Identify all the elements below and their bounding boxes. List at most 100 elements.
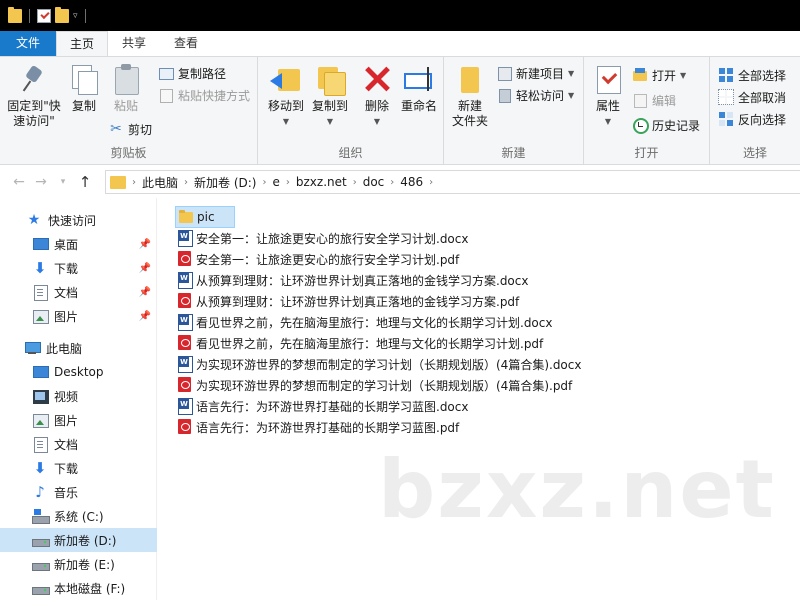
breadcrumb-this-pc[interactable]: 此电脑: [136, 174, 184, 191]
clipboard-icon: [110, 63, 142, 95]
easy-access-button[interactable]: 轻松访问 ▼: [496, 85, 574, 105]
list-item[interactable]: 从预算到理财：让环游世界计划真正落地的金钱学习方案.pdf: [175, 290, 523, 312]
open-button[interactable]: 打开 ▼: [632, 65, 686, 85]
back-arrow-icon[interactable]: ←: [8, 174, 30, 190]
select-all-button[interactable]: 全部选择: [718, 65, 786, 85]
edit-button[interactable]: 编辑: [632, 90, 676, 110]
nav-drive-f[interactable]: 本地磁盘 (F:): [0, 576, 157, 600]
list-item[interactable]: 语言先行：为环游世界打基础的长期学习蓝图.pdf: [175, 416, 463, 438]
nav-music[interactable]: ♪ 音乐: [0, 480, 157, 504]
folder-icon: [110, 175, 126, 189]
nav-this-pc[interactable]: 此电脑: [0, 336, 157, 360]
navigation-bar: ← → ▾ ↑ › 此电脑 › 新加卷 (D:) › e › bzxz.net …: [0, 166, 800, 198]
pin-quick-access-button[interactable]: 固定到"快 速访问": [4, 63, 64, 129]
delete-icon: [361, 63, 393, 95]
copy-path-icon: [158, 65, 174, 81]
breadcrumb-bzxz[interactable]: bzxz.net: [290, 175, 353, 189]
paste-button[interactable]: 粘贴: [106, 63, 146, 114]
new-item-button[interactable]: 新建项目 ▼: [496, 63, 574, 83]
chevron-down-icon: ▼: [373, 117, 381, 126]
breadcrumb-drive-d[interactable]: 新加卷 (D:): [188, 174, 262, 191]
word-document-icon: [178, 398, 193, 415]
properties-icon: [592, 63, 624, 95]
cut-button[interactable]: ✂ 剪切: [108, 119, 152, 139]
video-icon: [32, 388, 49, 404]
history-icon: [632, 117, 649, 134]
select-none-button[interactable]: 全部取消: [718, 87, 786, 107]
copy-path-button[interactable]: 复制路径: [158, 63, 226, 83]
list-item[interactable]: 安全第一：让旅途更安心的旅行安全学习计划.pdf: [175, 248, 463, 270]
nav-drive-e[interactable]: 新加卷 (E:): [0, 552, 157, 576]
word-document-icon: [178, 272, 193, 289]
list-item[interactable]: 从预算到理财：让环游世界计划真正落地的金钱学习方案.docx: [175, 269, 532, 291]
pin-icon[interactable]: 📌: [139, 287, 151, 298]
watermark: bzxz.net: [378, 443, 776, 536]
chevron-down-icon: ▼: [568, 90, 575, 100]
move-to-button[interactable]: 移动到 ▼: [264, 63, 308, 129]
pdf-icon: [178, 293, 192, 309]
properties-button[interactable]: 属性 ▼: [590, 63, 626, 129]
pin-icon[interactable]: 📌: [139, 239, 151, 250]
computer-icon: [24, 340, 41, 356]
navigation-pane: ★ 快速访问 桌面 📌 ⬇ 下载 📌 文档 📌 图片 📌 此电脑 Desktop…: [0, 198, 157, 600]
list-item[interactable]: 安全第一：让旅途更安心的旅行安全学习计划.docx: [175, 227, 472, 249]
copy-to-button[interactable]: 复制到 ▼: [308, 63, 352, 129]
nav-pc-downloads[interactable]: ⬇ 下载: [0, 456, 157, 480]
chevron-down-icon[interactable]: ▿: [73, 11, 78, 21]
organize-group: 移动到 ▼ 复制到 ▼ 删除 ▼ 重命名 组织: [258, 57, 444, 165]
nav-downloads[interactable]: ⬇ 下载 📌: [0, 256, 157, 280]
download-icon: ⬇: [33, 259, 47, 277]
new-folder-icon[interactable]: [55, 6, 69, 23]
tab-file[interactable]: 文件: [0, 31, 56, 56]
paste-shortcut-button[interactable]: 粘贴快捷方式: [158, 85, 250, 105]
pin-icon[interactable]: 📌: [139, 311, 151, 322]
breadcrumb-486[interactable]: 486: [394, 175, 429, 189]
properties-icon[interactable]: [37, 8, 51, 23]
forward-arrow-icon[interactable]: →: [30, 174, 52, 190]
nav-pc-documents[interactable]: 文档: [0, 432, 157, 456]
move-to-icon: [270, 63, 302, 95]
tab-home[interactable]: 主页: [56, 31, 108, 56]
document-icon: [32, 284, 48, 301]
easy-access-icon: [496, 87, 512, 103]
chevron-right-icon[interactable]: ›: [429, 177, 433, 188]
nav-desktop[interactable]: 桌面 📌: [0, 232, 157, 256]
nav-pc-pictures[interactable]: 图片: [0, 408, 157, 432]
nav-pictures[interactable]: 图片 📌: [0, 304, 157, 328]
scissors-icon: ✂: [110, 121, 122, 137]
delete-button[interactable]: 删除 ▼: [360, 63, 394, 129]
recent-locations-chevron-icon[interactable]: ▾: [52, 177, 74, 187]
rename-button[interactable]: 重命名: [398, 63, 440, 114]
open-icon: [632, 67, 648, 83]
list-item[interactable]: 看见世界之前，先在脑海里旅行：地理与文化的长期学习计划.pdf: [175, 332, 547, 354]
invert-selection-icon: [718, 111, 734, 127]
tab-share[interactable]: 共享: [108, 31, 160, 56]
list-item[interactable]: 看见世界之前，先在脑海里旅行：地理与文化的长期学习计划.docx: [175, 311, 556, 333]
chevron-down-icon: ▼: [680, 70, 687, 80]
pin-icon[interactable]: 📌: [139, 263, 151, 274]
up-arrow-icon[interactable]: ↑: [74, 173, 96, 191]
tab-view[interactable]: 查看: [160, 31, 212, 56]
system-drive-icon: [32, 508, 50, 524]
nav-quick-access[interactable]: ★ 快速访问: [0, 208, 157, 232]
list-item[interactable]: 语言先行：为环游世界打基础的长期学习蓝图.docx: [175, 395, 472, 417]
nav-documents[interactable]: 文档 📌: [0, 280, 157, 304]
list-item[interactable]: 为实现环游世界的梦想而制定的学习计划（长期规划版）(4篇合集).pdf: [175, 374, 576, 396]
new-folder-button[interactable]: 新建 文件夹: [450, 63, 490, 129]
document-icon: [32, 436, 48, 453]
pin-icon: [18, 63, 50, 95]
breadcrumb-e[interactable]: e: [266, 175, 285, 189]
folder-icon: [179, 209, 193, 225]
list-item-folder-pic[interactable]: pic: [175, 206, 235, 228]
nav-drive-c[interactable]: 系统 (C:): [0, 504, 157, 528]
history-button[interactable]: 历史记录: [632, 115, 700, 135]
nav-videos[interactable]: 视频: [0, 384, 157, 408]
star-icon: ★: [27, 212, 41, 228]
nav-pc-desktop[interactable]: Desktop: [0, 360, 157, 384]
breadcrumb-doc[interactable]: doc: [357, 175, 391, 189]
list-item[interactable]: 为实现环游世界的梦想而制定的学习计划（长期规划版）(4篇合集).docx: [175, 353, 585, 375]
address-bar[interactable]: › 此电脑 › 新加卷 (D:) › e › bzxz.net › doc › …: [105, 170, 800, 194]
invert-selection-button[interactable]: 反向选择: [718, 109, 786, 129]
nav-drive-d[interactable]: 新加卷 (D:): [0, 528, 157, 552]
copy-button[interactable]: 复制: [66, 63, 102, 114]
